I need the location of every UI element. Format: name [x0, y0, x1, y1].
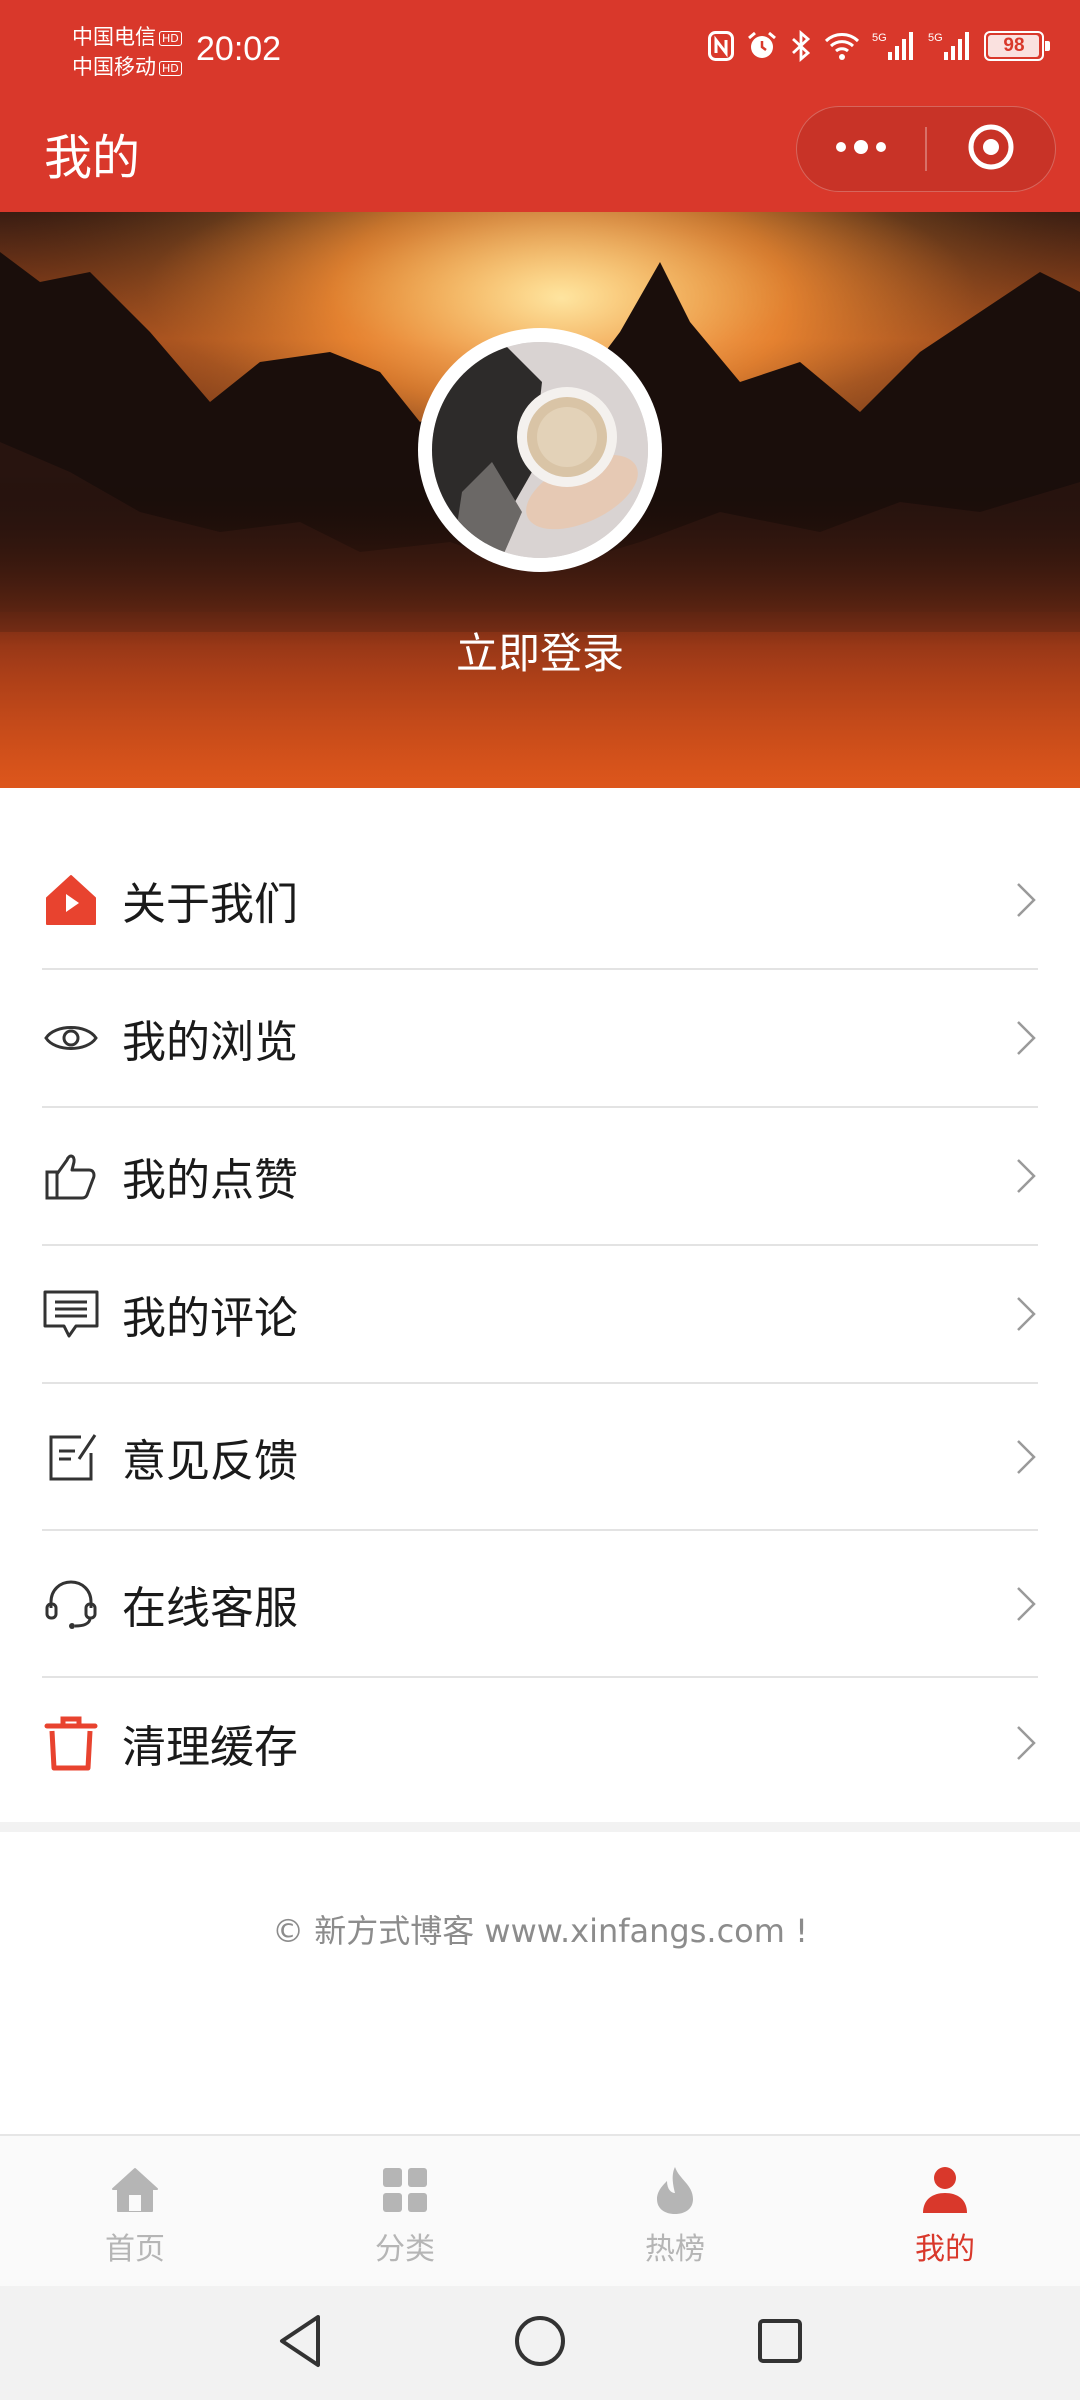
tab-trending[interactable]: 热榜 — [540, 2136, 810, 2286]
menu-item-label: 我的点赞 — [122, 1155, 298, 1206]
menu-item-label: 意见反馈 — [122, 1435, 298, 1487]
menu-item-my-comments[interactable]: 我的评论 — [42, 1246, 1038, 1384]
home-play-icon — [42, 871, 100, 929]
profile-banner: 立即登录 — [0, 212, 1080, 788]
nfc-icon — [708, 31, 734, 61]
menu-item-label: 在线客服 — [122, 1582, 298, 1634]
chevron-right-icon — [1017, 883, 1036, 917]
recents-square-icon — [756, 2317, 804, 2369]
menu-item-label: 我的评论 — [122, 1293, 298, 1344]
menu-item-my-likes[interactable]: 我的点赞 — [42, 1108, 1038, 1246]
carrier-line-1: 中国电信 HD — [72, 22, 182, 52]
menu-item-browse-history[interactable]: 我的浏览 — [42, 970, 1038, 1108]
tab-label: 分类 — [375, 2232, 435, 2267]
carrier-name-1: 中国电信 — [72, 25, 156, 49]
wifi-icon — [824, 31, 860, 61]
back-triangle-icon — [276, 2313, 324, 2373]
login-button[interactable]: 立即登录 — [0, 620, 1080, 681]
tab-categories[interactable]: 分类 — [270, 2136, 540, 2286]
network-label-2: 5G — [928, 32, 943, 44]
miniprogram-capsule — [796, 106, 1056, 192]
chevron-right-icon — [1017, 1726, 1036, 1760]
menu-item-label: 关于我们 — [122, 879, 298, 930]
app-header: 中国电信 HD 中国移动 HD 20:02 5G 5G 98 我的 — [0, 0, 1080, 212]
home-icon — [109, 2164, 161, 2216]
menu-item-label: 清理缓存 — [122, 1722, 298, 1773]
menu-item-clear-cache[interactable]: 清理缓存 — [42, 1678, 1038, 1808]
carrier-line-2: 中国移动 HD — [72, 52, 182, 82]
back-button[interactable] — [270, 2313, 330, 2373]
chevron-right-icon — [1017, 1439, 1036, 1474]
menu-item-about-us[interactable]: 关于我们 — [42, 832, 1038, 970]
feedback-edit-icon — [42, 1428, 100, 1486]
chevron-right-icon — [1017, 1021, 1036, 1055]
home-circle-icon — [513, 2314, 567, 2372]
menu-item-feedback[interactable]: 意见反馈 — [42, 1384, 1038, 1531]
status-clock: 20:02 — [196, 30, 282, 68]
coffee-cup-avatar-image — [432, 342, 648, 558]
carrier-info: 中国电信 HD 中国移动 HD — [72, 22, 182, 82]
chevron-right-icon — [1017, 1297, 1036, 1331]
copyright-text: © 新方式博客 www.xinfangs.com ! — [272, 1912, 808, 1950]
chevron-right-icon — [1017, 1159, 1036, 1193]
tab-me[interactable]: 我的 — [810, 2136, 1080, 2286]
status-bar: 中国电信 HD 中国移动 HD 20:02 5G 5G 98 — [0, 0, 1080, 100]
flame-icon — [649, 2164, 701, 2216]
chevron-right-icon — [1017, 1586, 1036, 1621]
eye-icon — [42, 1009, 100, 1067]
more-dots-icon — [833, 137, 889, 161]
alarm-icon — [746, 30, 778, 62]
headset-icon — [42, 1575, 100, 1633]
battery-percent: 98 — [1003, 35, 1025, 56]
carrier-name-2: 中国移动 — [72, 55, 156, 79]
tab-label: 首页 — [105, 2232, 165, 2267]
recents-button[interactable] — [750, 2313, 810, 2373]
more-button[interactable] — [797, 106, 925, 192]
menu-item-label: 我的浏览 — [122, 1017, 298, 1068]
user-icon — [919, 2164, 971, 2216]
hd-badge: HD — [159, 60, 182, 76]
tab-label: 热榜 — [645, 2232, 705, 2267]
tab-label: 我的 — [915, 2232, 975, 2267]
page-title: 我的 — [44, 130, 141, 186]
system-navigation-bar — [0, 2286, 1080, 2400]
close-target-icon — [966, 122, 1016, 176]
signal-icon: 5G — [928, 30, 972, 62]
menu-item-online-support[interactable]: 在线客服 — [42, 1531, 1038, 1678]
close-miniprogram-button[interactable] — [927, 106, 1055, 192]
thumbs-up-icon — [42, 1147, 100, 1205]
status-icons: 5G 5G 98 — [708, 30, 1050, 62]
avatar-ring[interactable] — [418, 328, 662, 572]
hd-badge: HD — [159, 30, 182, 46]
trash-icon — [42, 1714, 100, 1772]
comment-icon — [42, 1285, 100, 1343]
avatar[interactable] — [432, 342, 648, 558]
network-label-1: 5G — [872, 32, 887, 44]
battery-icon: 98 — [984, 31, 1050, 61]
grid-icon — [379, 2164, 431, 2216]
menu-list: 关于我们 我的浏览 我的点赞 我的评论 意见反馈 在线客服 清理缓存 — [0, 788, 1080, 1832]
home-button[interactable] — [510, 2313, 570, 2373]
signal-icon: 5G — [872, 30, 916, 62]
section-divider — [0, 1822, 1080, 1832]
bluetooth-icon — [790, 30, 812, 62]
tab-home[interactable]: 首页 — [0, 2136, 270, 2286]
bottom-tab-bar: 首页 分类 热榜 我的 — [0, 2134, 1080, 2286]
